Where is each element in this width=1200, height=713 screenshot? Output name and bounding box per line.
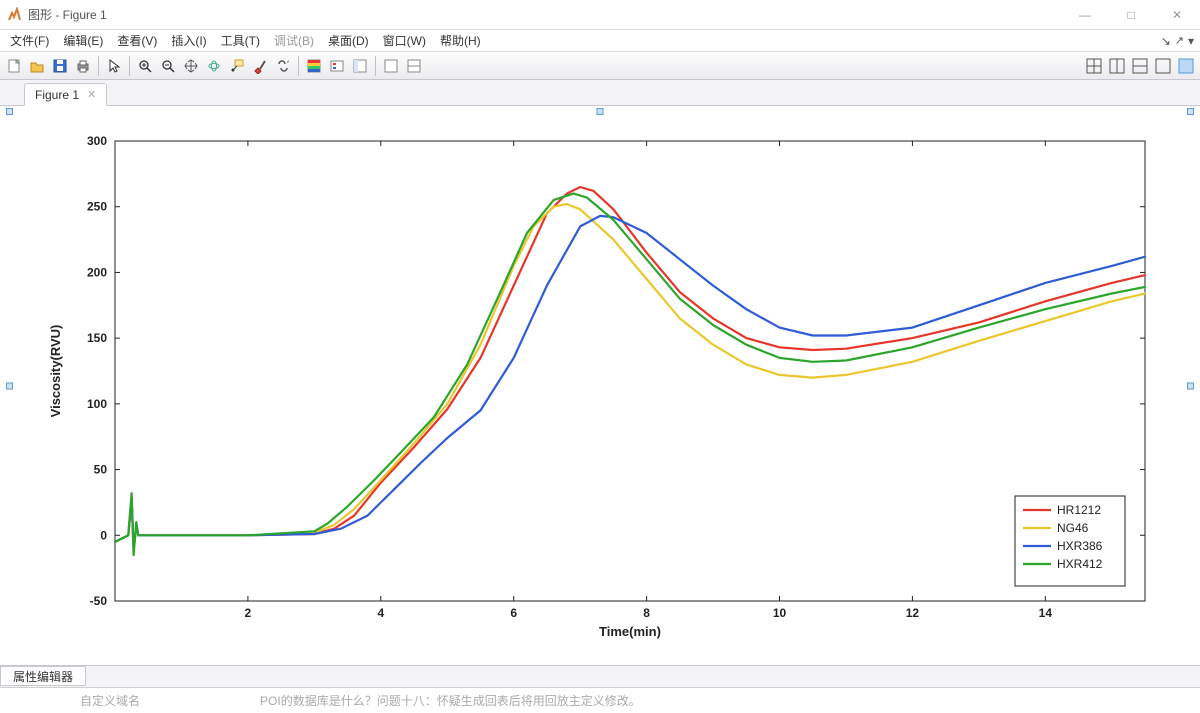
window-controls: — □ ✕ [1062, 0, 1200, 30]
matlab-icon [6, 7, 22, 23]
y-axis-label: Viscosity(RVU) [48, 324, 63, 417]
menu-file[interactable]: 文件(F) [10, 32, 49, 49]
maximize-button[interactable]: □ [1108, 0, 1154, 30]
legend[interactable]: HR1212 NG46 HXR386 HXR412 [1015, 496, 1125, 586]
toolbar-separator [375, 56, 376, 76]
x-tick-label: 10 [773, 606, 787, 620]
chart[interactable]: 2 4 6 8 10 12 14 -50 0 50 100 150 200 250 300 Time(min)… [15, 121, 1185, 651]
zoom-in-icon[interactable] [135, 56, 155, 76]
toolbar-separator [298, 56, 299, 76]
layout-rows-icon[interactable] [1130, 56, 1150, 76]
y-tick-label: 100 [87, 396, 107, 410]
y-tick-label: 0 [100, 528, 107, 542]
y-tick-label: 50 [94, 462, 108, 476]
x-tick-label: 2 [245, 606, 252, 620]
menu-view[interactable]: 查看(V) [117, 32, 157, 49]
statusbar: 属性编辑器 [0, 665, 1200, 687]
pointer-icon[interactable] [104, 56, 124, 76]
dock-icon[interactable] [1176, 56, 1196, 76]
legend-label: HXR386 [1057, 539, 1103, 553]
legend-label: NG46 [1057, 521, 1089, 535]
menu-edit[interactable]: 编辑(E) [63, 32, 103, 49]
open-icon[interactable] [27, 56, 47, 76]
dock-handle[interactable] [1187, 108, 1194, 115]
y-tick-label: -50 [90, 594, 108, 608]
zoom-out-icon[interactable] [158, 56, 178, 76]
minimize-button[interactable]: — [1062, 0, 1108, 30]
tab-figure1[interactable]: Figure 1 ✕ [24, 83, 107, 106]
tab-strip: Figure 1 ✕ [0, 80, 1200, 106]
menubar: 文件(F) 编辑(E) 查看(V) 插入(I) 工具(T) 调试(B) 桌面(D… [0, 30, 1200, 52]
y-tick-label: 200 [87, 265, 107, 279]
colorbar-icon[interactable] [304, 56, 324, 76]
toolbar-separator [129, 56, 130, 76]
x-tick-label: 14 [1039, 606, 1053, 620]
tab-label: Figure 1 [35, 88, 79, 102]
x-tick-label: 4 [377, 606, 384, 620]
x-tick-label: 8 [643, 606, 650, 620]
layout-grid-icon[interactable] [1084, 56, 1104, 76]
toolbar-separator [98, 56, 99, 76]
dock-handle[interactable] [1187, 382, 1194, 389]
close-button[interactable]: ✕ [1154, 0, 1200, 30]
brush-icon[interactable] [250, 56, 270, 76]
y-tick-label: 150 [87, 331, 107, 345]
restore-icon[interactable]: ↗ [1175, 34, 1184, 48]
window-title: 图形 - Figure 1 [28, 6, 1062, 23]
x-tick-label: 12 [906, 606, 920, 620]
hide-plot-tools-icon[interactable] [350, 56, 370, 76]
y-tick-label: 250 [87, 199, 107, 213]
dock-collapse-icon[interactable]: ↘ [1161, 34, 1171, 48]
datacursor-icon[interactable] [227, 56, 247, 76]
pan-icon[interactable] [181, 56, 201, 76]
bottom-left-fragment: 自定义域名 [80, 692, 140, 709]
menu-help[interactable]: 帮助(H) [440, 32, 481, 49]
menu-window[interactable]: 窗口(W) [383, 32, 426, 49]
rotate3d-icon[interactable] [204, 56, 224, 76]
dock-handle[interactable] [6, 382, 13, 389]
y-tick-label: 300 [87, 134, 107, 148]
app-layout-icon[interactable] [381, 56, 401, 76]
menu-debug[interactable]: 调试(B) [274, 32, 314, 49]
x-tick-label: 6 [510, 606, 517, 620]
bottom-right-fragment: POI的数据库是什么？问题十八：怀疑生成回表后将用回放主定义修改。 [260, 692, 641, 709]
bottom-cut-strip: 自定义域名 POI的数据库是什么？问题十八：怀疑生成回表后将用回放主定义修改。 [0, 687, 1200, 713]
dock-handle[interactable] [597, 108, 604, 115]
x-axis-label: Time(min) [599, 624, 661, 639]
legend-icon[interactable] [327, 56, 347, 76]
menu-tools[interactable]: 工具(T) [221, 32, 260, 49]
legend-label: HR1212 [1057, 503, 1101, 517]
figure-container: 2 4 6 8 10 12 14 -50 0 50 100 150 200 250 300 Time(min)… [0, 106, 1200, 665]
property-editor-tab[interactable]: 属性编辑器 [0, 666, 86, 686]
new-figure-icon[interactable] [4, 56, 24, 76]
menu-insert[interactable]: 插入(I) [171, 32, 206, 49]
axes-box [115, 141, 1145, 601]
menu-desktop[interactable]: 桌面(D) [328, 32, 369, 49]
toolbar [0, 52, 1200, 80]
dock-undock-icon[interactable]: ▾ [1188, 34, 1194, 48]
layout-single-icon[interactable] [1153, 56, 1173, 76]
save-icon[interactable] [50, 56, 70, 76]
linkplots-icon[interactable] [273, 56, 293, 76]
close-tab-button[interactable]: ✕ [87, 88, 96, 101]
dock-handle[interactable] [6, 108, 13, 115]
app-layout2-icon[interactable] [404, 56, 424, 76]
layout-cols-icon[interactable] [1107, 56, 1127, 76]
titlebar: 图形 - Figure 1 — □ ✕ [0, 0, 1200, 30]
legend-label: HXR412 [1057, 557, 1103, 571]
print-icon[interactable] [73, 56, 93, 76]
